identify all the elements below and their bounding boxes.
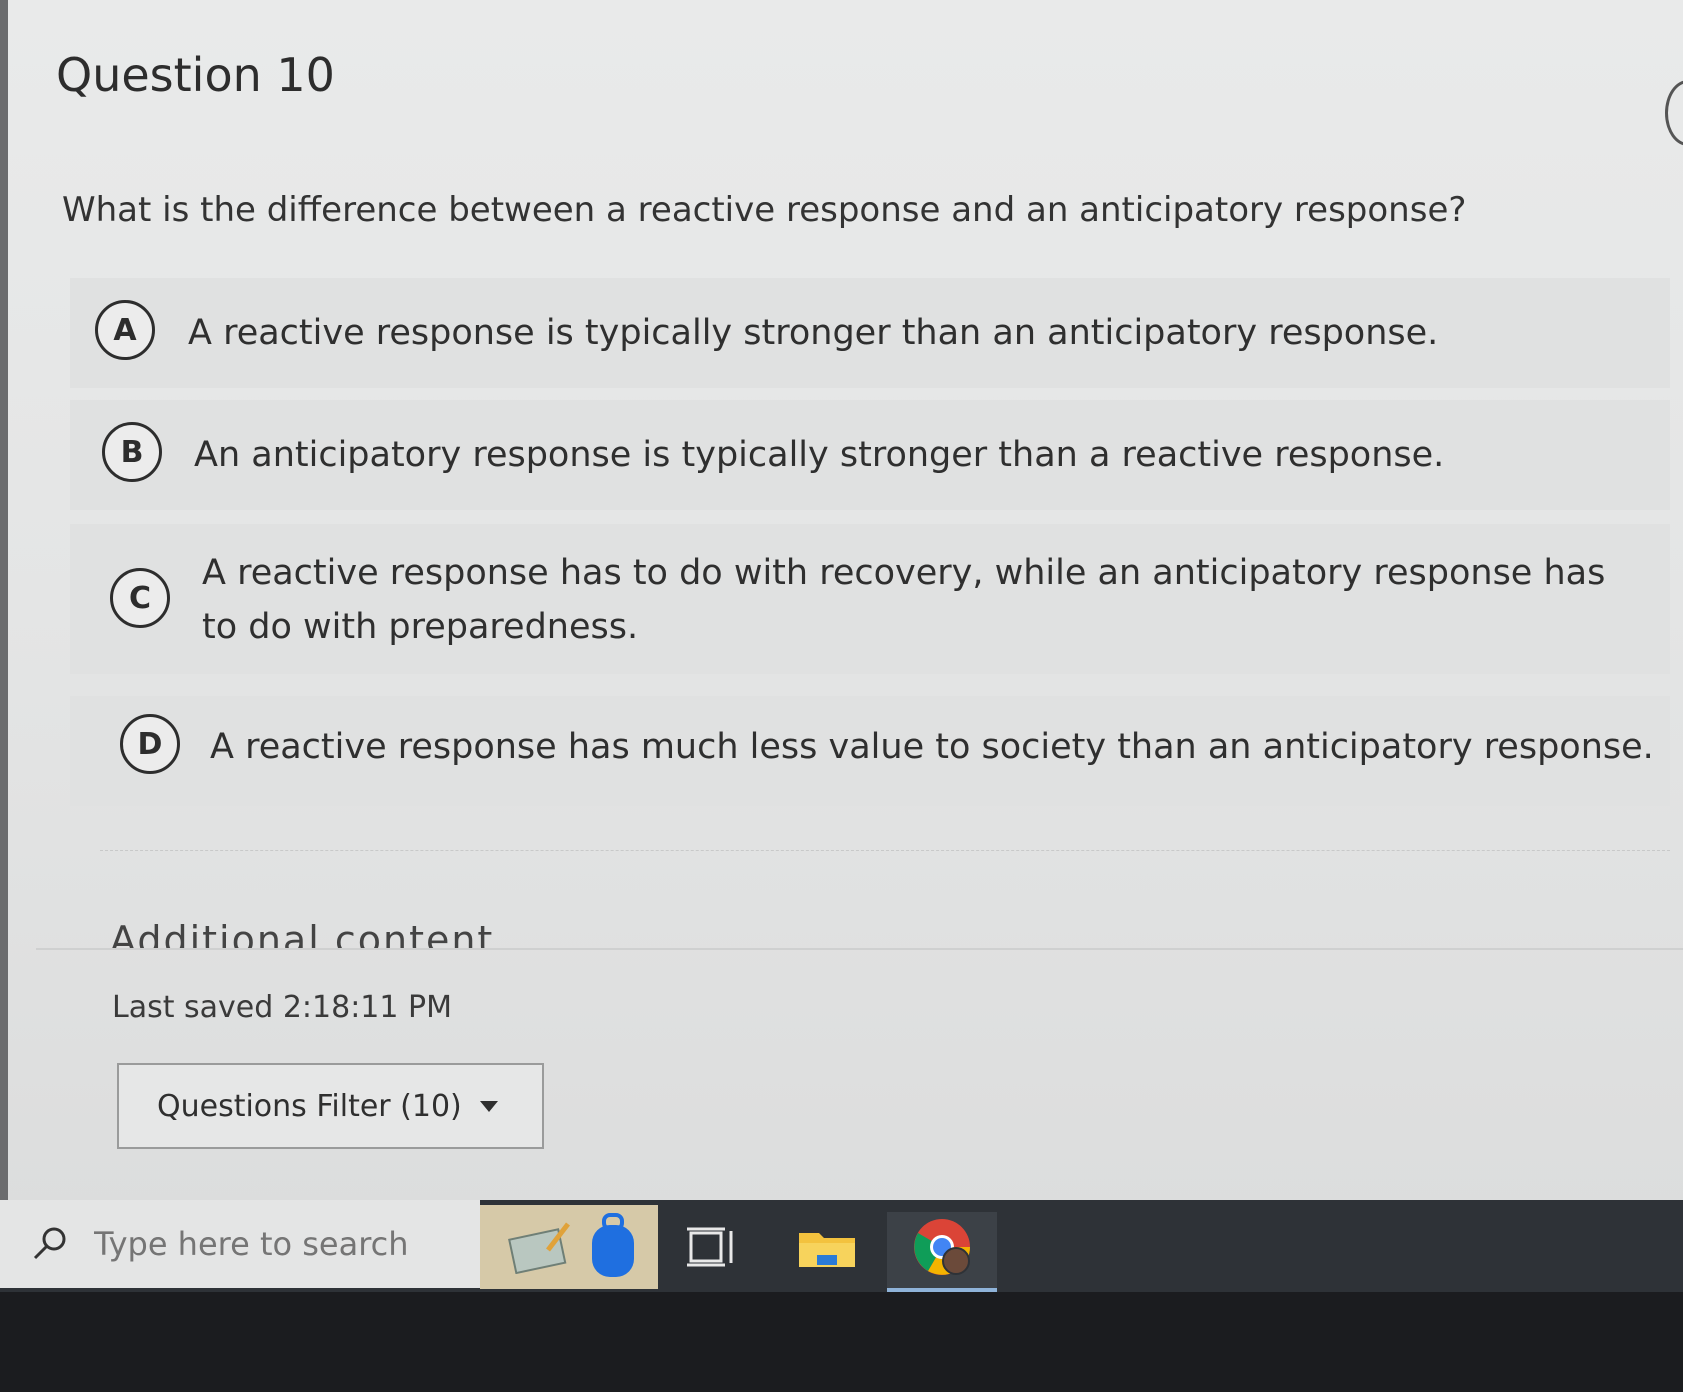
screen-bezel — [0, 0, 8, 1215]
section-divider — [100, 850, 1670, 851]
task-view-icon[interactable] — [677, 1212, 747, 1282]
caret-down-icon — [479, 1100, 498, 1112]
file-explorer-icon[interactable] — [792, 1212, 862, 1282]
option-text[interactable]: An anticipatory response is typically st… — [194, 428, 1444, 482]
answer-option-a[interactable]: A A reactive response is typically stron… — [70, 278, 1670, 388]
option-letter-badge[interactable]: C — [110, 568, 170, 628]
option-letter-badge[interactable]: A — [95, 300, 155, 360]
questions-filter-dropdown[interactable]: Questions Filter (10) — [117, 1063, 544, 1149]
footer-divider — [36, 948, 1683, 950]
question-prompt: What is the difference between a reactiv… — [62, 190, 1467, 230]
monitor-bezel — [0, 1292, 1683, 1392]
backpack-app-icon[interactable] — [578, 1212, 648, 1282]
last-saved-status: Last saved 2:18:11 PM — [112, 990, 452, 1025]
taskbar-search[interactable] — [0, 1200, 495, 1288]
answer-option-c[interactable]: C A reactive response has to do with rec… — [70, 524, 1670, 674]
option-text[interactable]: A reactive response has much less value … — [210, 720, 1654, 774]
answer-option-b[interactable]: B An anticipatory response is typically … — [70, 400, 1670, 510]
search-input[interactable] — [92, 1224, 495, 1264]
chrome-icon[interactable] — [907, 1212, 977, 1282]
option-text[interactable]: A reactive response has to do with recov… — [202, 546, 1632, 654]
browser-viewport: Question 10 What is the difference betwe… — [0, 0, 1683, 1215]
filter-label: Questions Filter (10) — [157, 1088, 462, 1124]
option-text[interactable]: A reactive response is typically stronge… — [188, 306, 1438, 360]
question-title: Question 10 — [56, 48, 335, 102]
option-letter-badge[interactable]: D — [120, 714, 180, 774]
additional-content-heading: Additional content — [110, 918, 495, 948]
answer-option-d[interactable]: D A reactive response has much less valu… — [70, 696, 1670, 806]
partial-circle-icon[interactable] — [1665, 80, 1683, 146]
search-icon — [30, 1224, 70, 1264]
option-letter-badge[interactable]: B — [102, 422, 162, 482]
notebook-app-icon[interactable] — [505, 1212, 575, 1282]
